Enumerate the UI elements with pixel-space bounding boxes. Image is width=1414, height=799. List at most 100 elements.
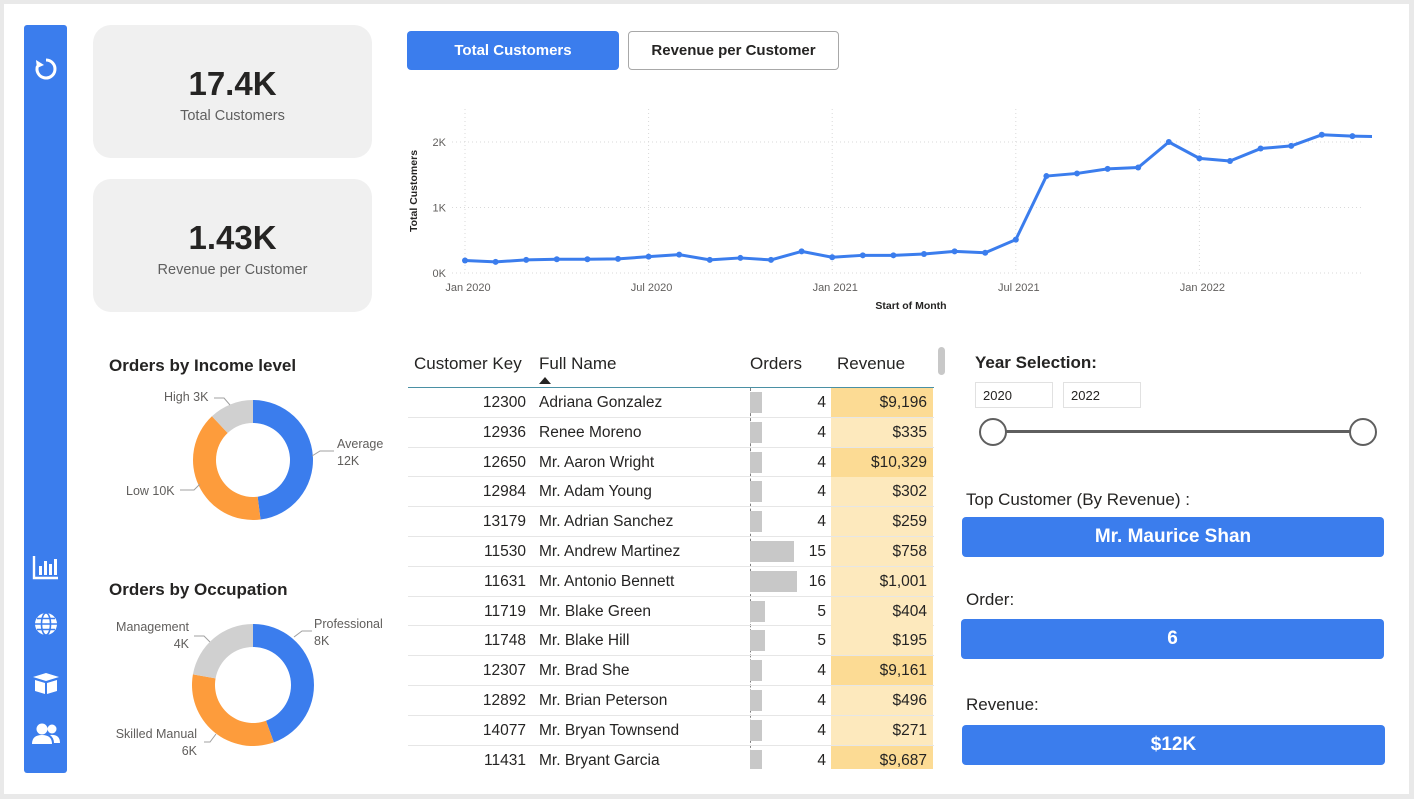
revenue-cell: $10,329 (870, 453, 927, 471)
full-name-cell: Mr. Brian Peterson (539, 692, 668, 709)
revenue-cell: $302 (892, 483, 927, 501)
header-customer-key[interactable]: Customer Key (414, 354, 522, 374)
donut-label-skilled-manual: Skilled Manual 6K (115, 727, 197, 758)
full-name-cell: Mr. Blake Green (539, 602, 651, 620)
full-name-cell: Mr. Brad She (539, 662, 630, 680)
orders-cell: 5 (817, 602, 826, 620)
data-point[interactable] (1165, 139, 1172, 145)
sort-ascending-icon (539, 377, 551, 384)
donut-label-professional: Professional 8K (314, 617, 383, 648)
orders-cell: 15 (808, 543, 826, 560)
donut-slice-skilled-manual[interactable] (192, 674, 274, 746)
year-to-input[interactable]: 2022 (1063, 382, 1141, 408)
data-point[interactable] (921, 251, 927, 258)
customer-key-cell: 12984 (482, 483, 526, 501)
customer-table: Customer Key Full Name Orders Revenue 12… (408, 344, 934, 769)
data-point[interactable] (492, 258, 499, 265)
top-customer-name: Mr. Maurice Shan (962, 517, 1384, 557)
customer-key-cell: 11719 (484, 602, 526, 620)
data-point[interactable] (951, 248, 958, 255)
data-point[interactable] (768, 256, 774, 263)
data-point[interactable] (1318, 131, 1325, 138)
table-row[interactable]: 11631 Mr. Antonio Bennett 16 $1,001 (408, 566, 934, 597)
table-row[interactable]: 13179 Mr. Adrian Sanchez 4 $259 (408, 507, 934, 537)
tab-total-customers[interactable]: Total Customers (407, 31, 619, 70)
header-orders[interactable]: Orders (750, 354, 802, 374)
year-slider-track[interactable] (992, 430, 1362, 433)
data-point[interactable] (982, 249, 989, 256)
data-point[interactable] (1043, 173, 1050, 180)
revenue-cell: $1,001 (879, 572, 927, 590)
year-from-input[interactable]: 2020 (975, 382, 1053, 408)
table-row[interactable]: 12300 Adriana Gonzalez 4 $9,196 (408, 388, 934, 418)
table-row[interactable]: 11748 Mr. Blake Hill 5 $195 (408, 626, 934, 657)
data-point[interactable] (890, 252, 897, 259)
table-row[interactable]: 12892 Mr. Brian Peterson 4 $496 (408, 686, 934, 716)
revenue-cell: $271 (892, 721, 927, 739)
data-point[interactable] (462, 257, 468, 264)
orders-cell: 4 (817, 483, 826, 501)
table-row[interactable]: 12650 Mr. Aaron Wright 4 $10,329 (408, 447, 934, 478)
data-point[interactable] (645, 253, 652, 260)
customer-key-cell: 12307 (482, 662, 526, 680)
data-point[interactable] (737, 254, 744, 261)
data-point[interactable] (1349, 133, 1356, 140)
table-row[interactable]: 12984 Mr. Adam Young 4 $302 (408, 477, 934, 508)
data-point[interactable] (523, 256, 530, 263)
data-point[interactable] (1135, 164, 1142, 171)
occupation-donut-title: Orders by Occupation (109, 580, 288, 599)
data-point[interactable] (615, 255, 621, 262)
table-row[interactable]: 14077 Mr. Bryan Townsend 4 $271 (408, 715, 934, 746)
data-point[interactable] (1104, 165, 1111, 172)
data-point[interactable] (1012, 236, 1019, 243)
x-tick-label: Jan 2021 (813, 282, 858, 294)
orders-cell: 4 (817, 423, 826, 441)
header-revenue[interactable]: Revenue (837, 354, 905, 374)
series-line (464, 133, 1372, 264)
data-point[interactable] (829, 254, 836, 261)
table-row[interactable]: 11530 Mr. Andrew Martinez 15 $758 (408, 537, 934, 567)
data-point[interactable] (676, 251, 683, 258)
x-axis-title: Start of Month (875, 300, 946, 312)
customer-key-cell: 11748 (484, 632, 526, 650)
table-row[interactable]: 12936 Renee Moreno 4 $335 (408, 417, 934, 448)
data-point[interactable] (1288, 142, 1295, 149)
full-name-cell: Mr. Aaron Wright (539, 453, 655, 471)
tab-revenue-per-customer[interactable]: Revenue per Customer (628, 31, 839, 70)
table-row[interactable]: 12307 Mr. Brad She 4 $9,161 (408, 656, 934, 686)
data-point[interactable] (1074, 170, 1080, 177)
revenue-cell: $404 (892, 602, 927, 620)
x-tick-label: Jan 2020 (445, 282, 490, 294)
data-point[interactable] (1227, 157, 1233, 164)
data-point[interactable] (553, 256, 560, 263)
orders-cell: 4 (817, 394, 826, 411)
customer-key-cell: 12936 (482, 423, 526, 441)
y-tick-label: 1K (433, 203, 447, 215)
data-point[interactable] (798, 248, 805, 255)
full-name-cell: Mr. Bryant Garcia (539, 751, 660, 769)
donut-slice-management[interactable] (192, 624, 253, 679)
x-tick-label: Jul 2021 (998, 282, 1040, 294)
year-slider-start-handle[interactable] (979, 418, 1007, 446)
table-row[interactable]: 11431 Mr. Bryant Garcia 4 $9,687 (408, 745, 934, 769)
full-name-cell: Mr. Blake Hill (539, 632, 630, 650)
table-row[interactable]: 11719 Mr. Blake Green 5 $404 (408, 596, 934, 627)
year-slider-end-handle[interactable] (1349, 418, 1377, 446)
revenue-label: Revenue: (966, 695, 1039, 714)
data-point[interactable] (706, 256, 713, 263)
data-point[interactable] (859, 252, 866, 259)
data-point[interactable] (1257, 145, 1264, 152)
data-point[interactable] (1196, 155, 1203, 162)
header-full-name[interactable]: Full Name (539, 354, 616, 374)
orders-cell: 4 (817, 513, 826, 531)
data-point[interactable] (584, 256, 591, 263)
orders-cell: 4 (817, 662, 826, 680)
table-scrollbar[interactable] (938, 347, 945, 375)
revenue-cell: $335 (892, 423, 927, 441)
revenue-cell: $195 (892, 632, 927, 650)
orders-cell: 4 (817, 692, 826, 709)
line-chart: 0K 1K 2K Jan 2020 Jul 2020 Jan 2021 Jul 2021 Ja… (408, 109, 1372, 312)
revenue-cell: $9,687 (879, 751, 927, 769)
orders-cell: 5 (817, 632, 826, 650)
year-selection-label: Year Selection: (975, 353, 1097, 372)
